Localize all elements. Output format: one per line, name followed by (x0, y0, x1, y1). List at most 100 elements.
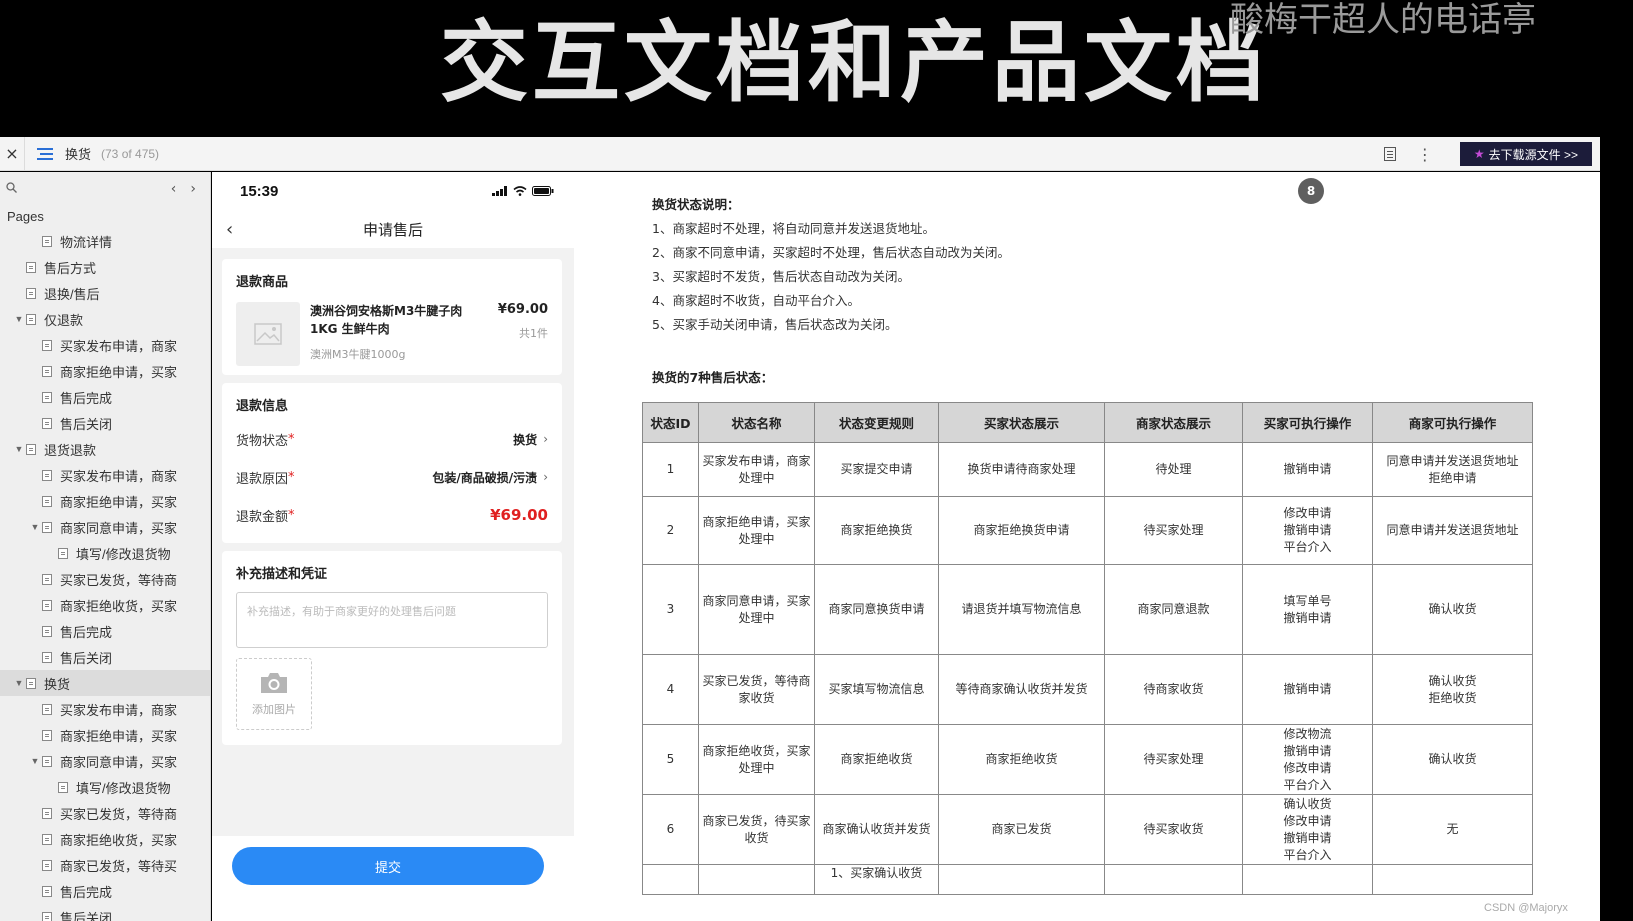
sidebar-page-item[interactable]: 物流详情 (0, 228, 210, 254)
sidebar-page-item[interactable]: ▼ 换货 (0, 670, 210, 696)
table-cell: 商家同意申请，买家处理中 (698, 564, 815, 655)
table-row: 5 商家拒绝收货，买家处理中 商家拒绝收货 商家拒绝收货 待买家处理 修改物流 撤销申请 … (642, 724, 1533, 795)
table-header-cell: 买家状态展示 (938, 402, 1105, 443)
video-credit: CSDN @Majoryx (1484, 902, 1568, 914)
sidebar-page-label: 买家发布申请，商家 (60, 338, 178, 354)
sidebar-page-item[interactable]: 商家拒绝申请，买家 (0, 358, 210, 384)
add-image-button[interactable]: 添加图片 (236, 658, 312, 730)
video-overlay-title: 交互文档和产品文档 (440, 11, 1269, 114)
card-title: 退款信息 (236, 399, 289, 414)
prototype-canvas: 15:39 ‹ 申请售后 退款商品 澳洲谷饲安格斯M3牛腱子肉1KG 生鲜牛肉 … (212, 172, 1600, 921)
table-cell: 无 (1372, 794, 1533, 865)
expand-caret-icon[interactable]: ▼ (12, 314, 26, 324)
sidebar-page-item[interactable]: 买家发布申请，商家 (0, 696, 210, 722)
exchange-status-heading: 换货状态说明： (652, 197, 740, 212)
expand-caret-icon[interactable]: ▼ (28, 756, 42, 766)
page-icon (42, 625, 52, 637)
table-cell: 同意申请并发送退货地址 (1372, 496, 1533, 565)
notes-icon[interactable] (1370, 147, 1410, 161)
sidebar-page-item[interactable]: 买家发布申请，商家 (0, 462, 210, 488)
next-page-icon[interactable]: › (190, 181, 196, 197)
expand-caret-icon[interactable]: ▼ (28, 522, 42, 532)
table-header-cell: 状态ID (642, 402, 699, 443)
sidebar-page-label: 换货 (44, 676, 71, 692)
sidebar-page-item[interactable]: 买家已发货，等待商 (0, 800, 210, 826)
sidebar-page-item[interactable]: 商家拒绝收货，买家 (0, 592, 210, 618)
table-cell (1104, 864, 1243, 895)
table-row: 6 商家已发货，待买家收货 商家确认收货并发货 商家已发货 待买家收货 确认收货 修改申请… (642, 794, 1533, 865)
seven-states-heading: 换货的7种售后状态： (652, 370, 774, 385)
expand-caret-icon[interactable]: ▼ (12, 678, 26, 688)
back-arrow-icon[interactable]: ‹ (226, 219, 233, 240)
sidebar-page-label: 商家同意申请，买家 (60, 520, 178, 536)
rule-line: 2、商家不同意申请，买家超时不处理，售后状态自动改为关闭。 (652, 245, 1010, 260)
previous-page-icon[interactable]: ‹ (171, 181, 177, 197)
chevron-right-icon: › (543, 470, 548, 484)
sidebar-search[interactable]: ‹ › (0, 172, 210, 206)
signal-icon (492, 186, 507, 196)
table-cell: 商家拒绝收货，买家处理中 (698, 724, 815, 795)
refund-reason-row[interactable]: 退款原因 * 包装/商品破损/污渍 › (222, 458, 562, 496)
table-row: 1 买家发布申请，商家处理中 买家提交申请 换货申请待商家处理 待处理 撤销申请 同意申请并… (642, 442, 1533, 497)
sidebar-page-label: 售后方式 (44, 260, 97, 276)
sidebar-page-label: 售后关闭 (60, 910, 113, 921)
sidebar-page-label: 退货退款 (44, 442, 97, 458)
more-options-icon[interactable]: ⋮ (1410, 145, 1440, 164)
table-row: 3 商家同意申请，买家处理中 商家同意换货申请 请退货并填写物流信息 商家同意退款 填写单… (642, 564, 1533, 655)
sidebar-page-item[interactable]: 商家拒绝收货，买家 (0, 826, 210, 852)
table-row: 1、买家确认收货 (642, 864, 1533, 895)
product-row[interactable]: 澳洲谷饲安格斯M3牛腱子肉1KG 生鲜牛肉 澳洲M3牛腱1000g ¥69.00… (222, 290, 562, 378)
phone-nav-bar: ‹ 申请售后 (212, 210, 574, 248)
sidebar-page-label: 买家已发货，等待商 (60, 572, 178, 588)
sidebar-page-item[interactable]: 商家拒绝申请，买家 (0, 722, 210, 748)
status-table: 状态ID 状态名称 状态变更规则 买家状态展示 商家状态展示 买家可执行操作 商家可执行操作… (642, 402, 1533, 895)
sidebar-page-item[interactable]: ▼ 商家同意申请，买家 (0, 748, 210, 774)
phone-status-bar: 15:39 (212, 172, 574, 210)
sidebar-page-item[interactable]: 商家已发货，等待买 (0, 852, 210, 878)
sidebar-page-item[interactable]: 填写/修改退货物 (0, 774, 210, 800)
table-cell (938, 864, 1105, 895)
sidebar-page-item[interactable]: 售后完成 (0, 878, 210, 904)
download-source-button[interactable]: ★ 去下载源文件 >> (1459, 142, 1592, 166)
table-header-cell: 状态名称 (698, 402, 815, 443)
sidebar-page-item[interactable]: 买家发布申请，商家 (0, 332, 210, 358)
add-image-label: 添加图片 (252, 703, 296, 716)
sidebar-page-item[interactable]: ▼ 退货退款 (0, 436, 210, 462)
sidebar-page-item[interactable]: ▼ 商家同意申请，买家 (0, 514, 210, 540)
sidebar-page-item[interactable]: 填写/修改退货物 (0, 540, 210, 566)
sidebar-page-item[interactable]: 售后完成 (0, 618, 210, 644)
close-icon[interactable]: × (0, 144, 24, 163)
table-cell (698, 864, 815, 895)
sitemap-menu-icon[interactable] (25, 147, 65, 160)
page-icon (42, 885, 52, 897)
table-cell: 商家拒绝申请，买家处理中 (698, 496, 815, 565)
page-icon (58, 547, 68, 559)
page-icon (42, 417, 52, 429)
sidebar-page-item[interactable]: 售后完成 (0, 384, 210, 410)
sidebar-page-item[interactable]: 售后方式 (0, 254, 210, 280)
sidebar-page-item[interactable]: 买家已发货，等待商 (0, 566, 210, 592)
table-header-cell: 商家状态展示 (1104, 402, 1243, 443)
sidebar-page-label: 物流详情 (60, 234, 113, 250)
expand-caret-icon[interactable]: ▼ (12, 444, 26, 454)
sidebar-page-item[interactable]: 售后关闭 (0, 644, 210, 670)
sidebar-page-label: 售后完成 (60, 624, 113, 640)
goods-status-row[interactable]: 货物状态 * 换货 › (222, 420, 562, 458)
page-icon (42, 599, 52, 611)
chevron-right-icon: › (543, 432, 548, 446)
sidebar-page-item[interactable]: 商家拒绝申请，买家 (0, 488, 210, 514)
sidebar-page-label: 买家发布申请，商家 (60, 702, 178, 718)
toolbar-right-group: ⋮ ★ 去下载源文件 >> (1370, 137, 1600, 171)
table-cell (1242, 864, 1373, 895)
description-textarea[interactable]: 补充描述，有助于商家更好的处理售后问题 (236, 592, 548, 648)
search-icon[interactable] (6, 182, 17, 196)
submit-button[interactable]: 提交 (232, 847, 544, 885)
page-title: 申请售后 (362, 220, 423, 239)
sidebar-page-item[interactable]: 售后关闭 (0, 410, 210, 436)
rule-line: 3、买家超时不发货，售后状态自动改为关闭。 (652, 269, 910, 284)
sidebar-page-item[interactable]: 售后关闭 (0, 904, 210, 921)
table-cell: 4 (642, 654, 699, 725)
table-cell: 6 (642, 794, 699, 865)
sidebar-page-item[interactable]: ▼ 仅退款 (0, 306, 210, 332)
sidebar-page-item[interactable]: 退换/售后 (0, 280, 210, 306)
